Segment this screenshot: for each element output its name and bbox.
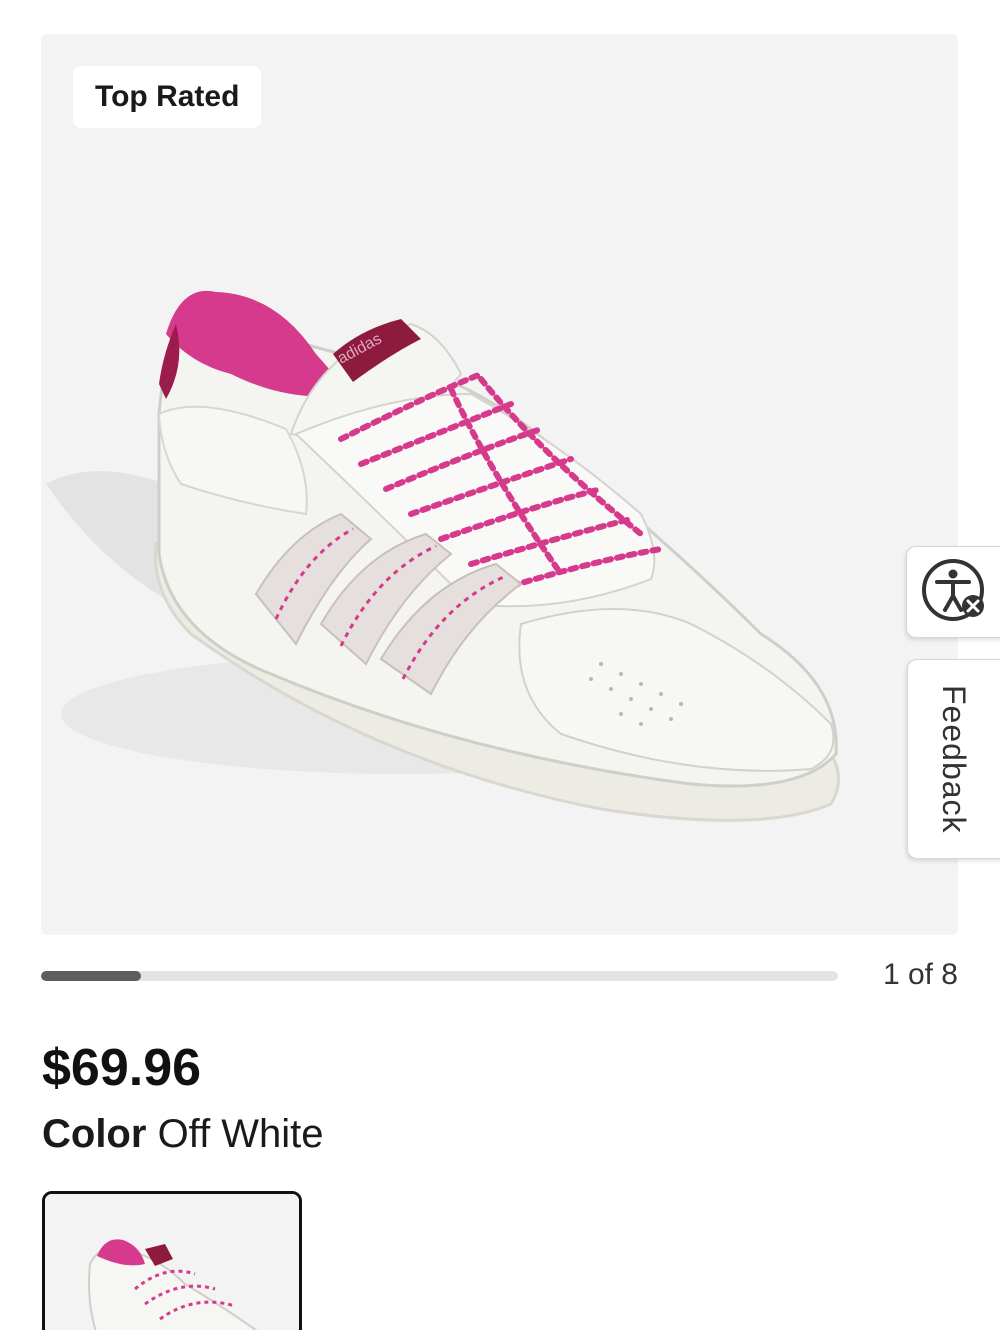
- color-label: Color: [42, 1112, 147, 1156]
- swatch-thumbnail-image: [45, 1194, 299, 1330]
- color-swatch-off-white[interactable]: [42, 1191, 302, 1330]
- gallery-progress-bar: [41, 971, 838, 981]
- accessibility-icon: [922, 559, 984, 621]
- color-value: Off White: [157, 1112, 324, 1156]
- gallery-progress-fill: [41, 971, 141, 981]
- product-price: $69.96: [42, 1039, 202, 1097]
- feedback-label: Feedback: [936, 684, 972, 834]
- product-image-gallery[interactable]: adidas Top Rated: [41, 34, 958, 935]
- product-image[interactable]: adidas: [41, 34, 958, 935]
- top-rated-badge: Top Rated: [73, 66, 262, 128]
- feedback-tab[interactable]: Feedback: [907, 659, 1000, 859]
- image-counter: 1 of 8: [882, 958, 958, 991]
- accessibility-button[interactable]: [906, 546, 1000, 638]
- color-selection-label: Color Off White: [42, 1112, 324, 1157]
